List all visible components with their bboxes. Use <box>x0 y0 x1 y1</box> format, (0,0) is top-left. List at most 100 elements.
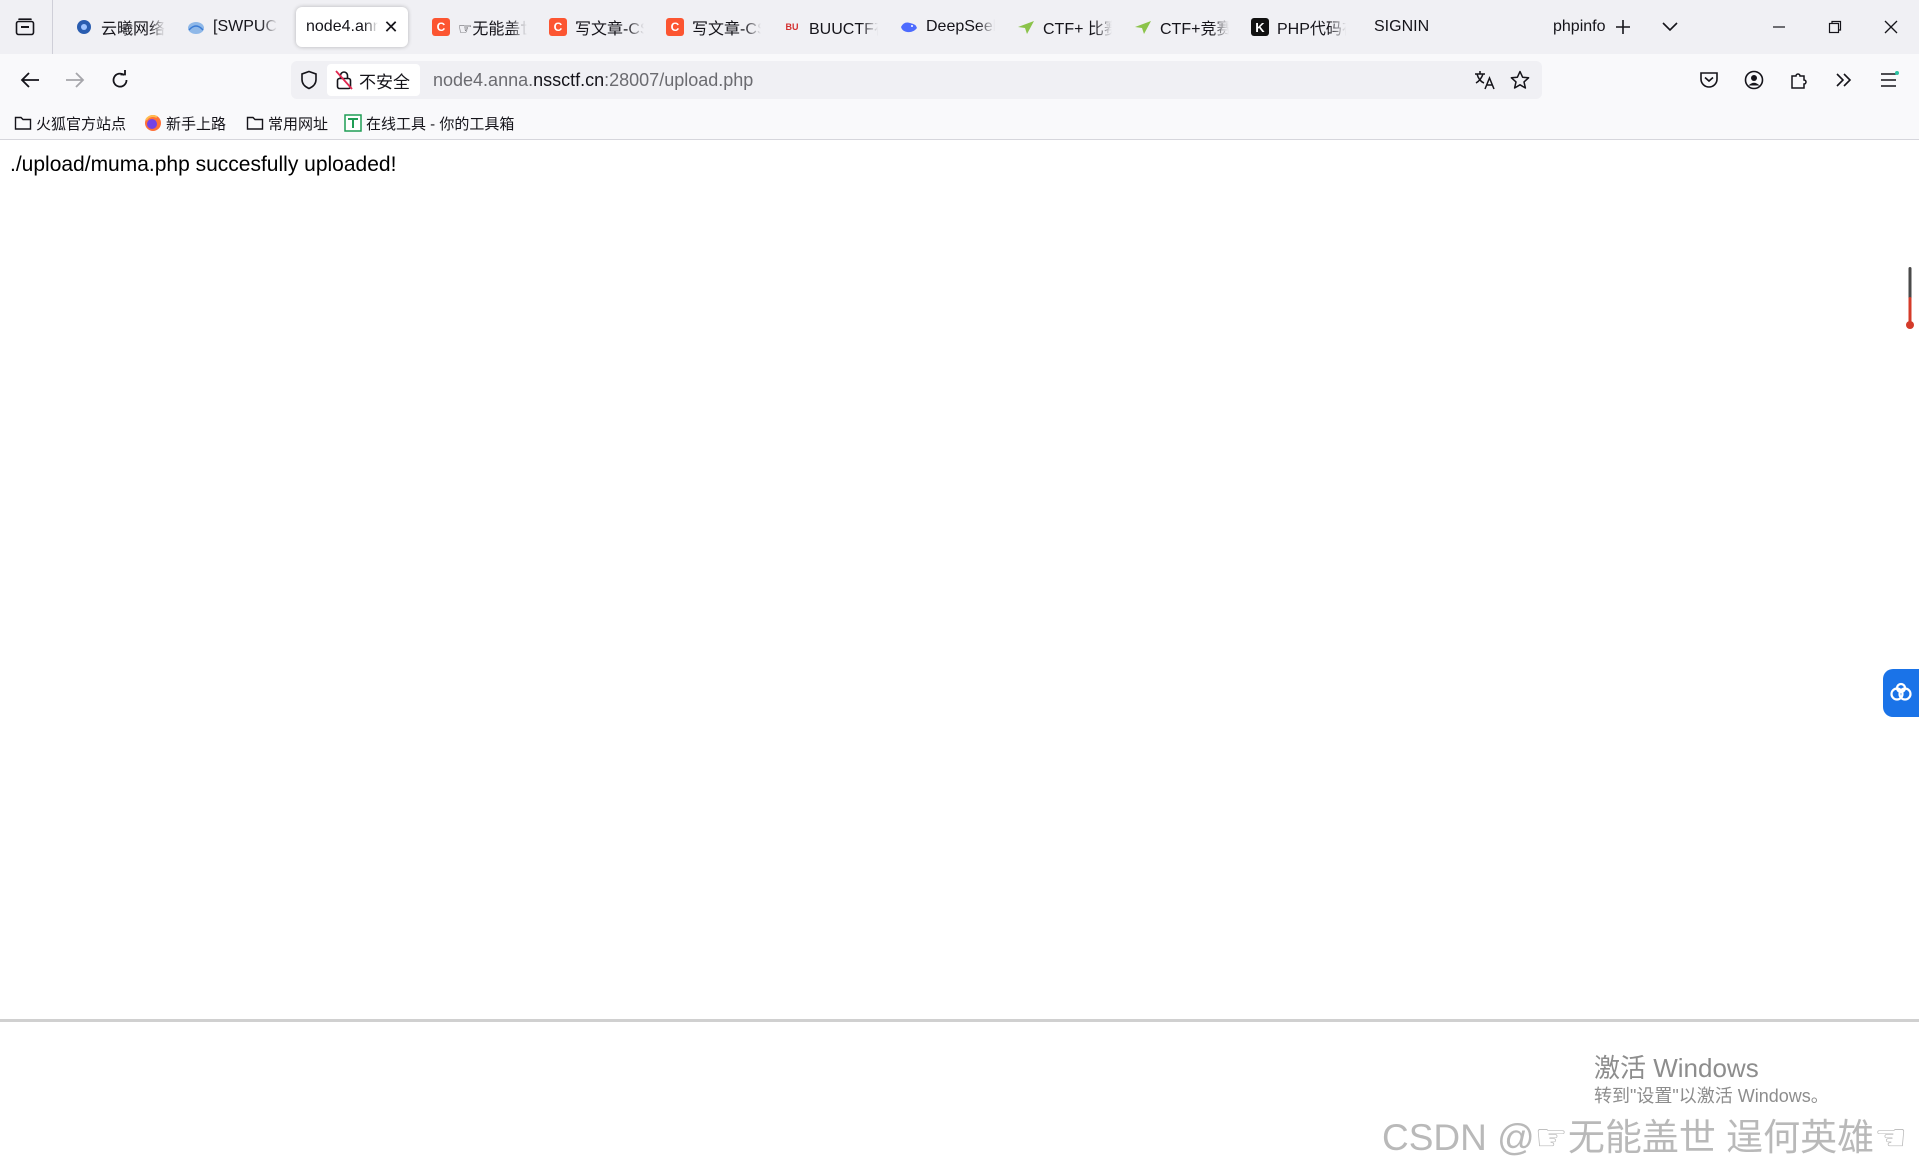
activation-title: 激活 Windows <box>1594 1053 1759 1083</box>
tab-title: ☞无能盖世 <box>458 21 527 38</box>
url-prefix: node4.anna. <box>433 70 534 90</box>
tab-divider <box>52 0 53 54</box>
more-tools-button[interactable] <box>1828 64 1860 96</box>
thermometer-scroll-indicator[interactable] <box>1906 267 1914 331</box>
reload-icon <box>112 70 128 88</box>
tab-strip: 云曦网络安 [SWPUCTF node4.anna ✕ C ☞无能盖世 C 写文… <box>0 0 1919 54</box>
chevron-down-icon <box>1662 22 1678 32</box>
translate-button[interactable] <box>1472 67 1498 93</box>
firefox-view-button[interactable] <box>6 10 44 44</box>
bookmark-label: 在线工具 - 你的工具箱 <box>366 115 515 133</box>
toolbox-icon <box>344 114 362 132</box>
reload-button[interactable] <box>104 64 136 96</box>
folder-icon <box>14 114 32 132</box>
list-all-tabs-button[interactable] <box>1655 12 1685 42</box>
firefox-icon <box>144 114 162 132</box>
translate-icon <box>1475 71 1495 90</box>
cloud-link-icon <box>1890 682 1912 701</box>
double-chevron-right-icon <box>1836 73 1852 87</box>
bookmark-firefox-sites[interactable]: 火狐官方站点 <box>14 112 126 134</box>
upload-success-message: ./upload/muma.php succesfully uploaded! <box>10 153 397 176</box>
app-menu-button[interactable] <box>1873 64 1905 96</box>
tab-title: [SWPUCTF <box>213 18 277 35</box>
security-label: 不安全 <box>359 72 410 92</box>
csdn-icon: C <box>549 18 567 36</box>
close-tab-icon[interactable]: ✕ <box>382 18 400 36</box>
forward-button[interactable] <box>59 64 91 96</box>
arrow-right-icon <box>66 72 85 88</box>
restore-button[interactable] <box>1807 0 1863 54</box>
tab-title: 写文章-CS <box>692 21 761 38</box>
minimize-icon <box>1773 26 1785 28</box>
firefox-view-icon <box>15 18 35 36</box>
bookmark-online-tools[interactable]: 在线工具 - 你的工具箱 <box>344 112 514 134</box>
deepseek-whale-icon <box>900 18 918 36</box>
tab-node4-active[interactable]: node4.anna ✕ <box>296 7 408 47</box>
bookmark-star-button[interactable] <box>1507 67 1533 93</box>
page-content: ./upload/muma.php succesfully uploaded! … <box>0 141 1919 1158</box>
tab-title: phpinfo() <box>1553 18 1605 35</box>
globe-icon <box>187 18 205 36</box>
tab-title: PHP代码在 <box>1277 21 1346 38</box>
tab-swpuctf[interactable]: [SWPUCTF <box>177 7 277 47</box>
tab-title: CTF+ 比赛 <box>1043 21 1112 38</box>
site-security-button[interactable]: 不安全 <box>327 64 420 96</box>
close-window-button[interactable] <box>1863 0 1919 54</box>
plus-icon <box>1616 20 1630 34</box>
star-icon <box>1510 70 1530 89</box>
close-icon <box>1884 20 1898 34</box>
extensions-button[interactable] <box>1783 64 1815 96</box>
bookmark-label: 常用网址 <box>268 115 329 133</box>
cloud-icon <box>75 18 93 36</box>
activation-subtitle: 转到"设置"以激活 Windows。 <box>1594 1086 1829 1106</box>
k-icon: K <box>1251 18 1269 36</box>
url-suffix: :28007/upload.php <box>604 70 754 90</box>
pocket-button[interactable] <box>1693 64 1725 96</box>
tab-deepseek[interactable]: DeepSeek <box>890 7 995 47</box>
ctf-plane-icon <box>1017 18 1035 36</box>
csdn-icon: C <box>432 18 450 36</box>
tab-yunxi[interactable]: 云曦网络安 <box>65 7 165 47</box>
bookmark-label: 新手上路 <box>166 115 227 133</box>
ctf-plane-icon <box>1134 18 1152 36</box>
baidu-netdisk-side-button[interactable] <box>1883 669 1919 717</box>
tab-php-code[interactable]: K PHP代码在 <box>1241 7 1346 47</box>
account-button[interactable] <box>1738 64 1770 96</box>
browser-window: 云曦网络安 [SWPUCTF node4.anna ✕ C ☞无能盖世 C 写文… <box>0 0 1919 1158</box>
tab-ctf-plus-1[interactable]: CTF+ 比赛 <box>1007 7 1112 47</box>
restore-icon <box>1828 20 1842 34</box>
insecure-lock-icon <box>335 70 353 90</box>
minimize-button[interactable] <box>1751 0 1807 54</box>
back-button[interactable] <box>14 64 46 96</box>
folder-icon <box>246 114 264 132</box>
navigation-toolbar: 不安全 node4.anna.nssctf.cn:28007/upload.ph… <box>0 54 1919 106</box>
bookmark-common-sites[interactable]: 常用网址 <box>246 112 328 134</box>
bookmark-getting-started[interactable]: 新手上路 <box>144 112 226 134</box>
tab-ctf-plus-2[interactable]: CTF+竞赛 <box>1124 7 1229 47</box>
tab-signin[interactable]: SIGNIN <box>1358 7 1468 47</box>
tab-title: node4.anna <box>306 18 378 35</box>
tab-buuctf[interactable]: BU BUUCTF在 <box>773 7 879 47</box>
tab-title: DeepSeek <box>926 18 995 35</box>
tab-phpinfo[interactable]: phpinfo() <box>1475 7 1605 47</box>
tab-write-article-1[interactable]: C 写文章-CS <box>539 7 644 47</box>
tab-title: CTF+竞赛 <box>1160 21 1229 38</box>
new-tab-button[interactable] <box>1608 12 1638 42</box>
bookmarks-toolbar: 火狐官方站点 新手上路 常用网址 在线工具 - 你的工具箱 <box>0 106 1919 140</box>
url-text[interactable]: node4.anna.nssctf.cn:28007/upload.php <box>433 70 753 91</box>
tab-title: SIGNIN <box>1374 18 1430 35</box>
puzzle-icon <box>1791 73 1807 89</box>
csdn-author-watermark: CSDN @☞无能盖世 逞何英雄☜ <box>1382 1117 1908 1158</box>
tab-csdn-profile[interactable]: C ☞无能盖世 <box>422 7 527 47</box>
hamburger-menu-icon <box>1881 71 1899 87</box>
address-bar[interactable]: 不安全 node4.anna.nssctf.cn:28007/upload.ph… <box>291 61 1542 99</box>
windows-activation-watermark: 激活 Windows 转到"设置"以激活 Windows。 <box>1594 1053 1829 1107</box>
tracking-protection-shield-icon[interactable] <box>299 70 319 90</box>
tab-title: 云曦网络安 <box>101 21 165 38</box>
tab-title: BUUCTF在 <box>809 21 878 38</box>
account-icon <box>1744 70 1764 90</box>
tab-write-article-2[interactable]: C 写文章-CS <box>656 7 761 47</box>
csdn-icon: C <box>666 18 684 36</box>
arrow-left-icon <box>20 72 39 88</box>
tab-title: 写文章-CS <box>575 21 644 38</box>
